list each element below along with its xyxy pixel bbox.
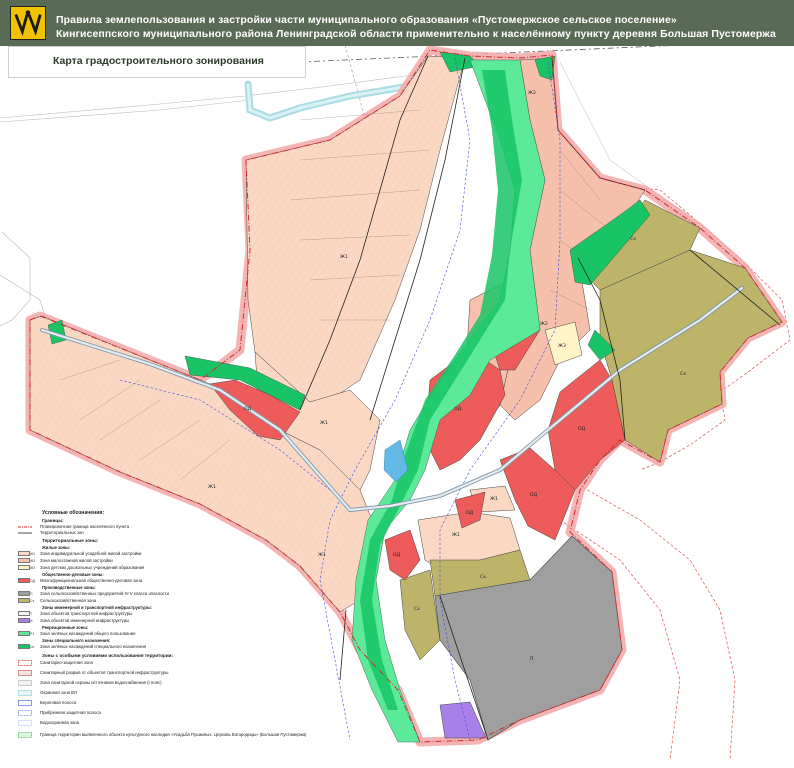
subtitle-box: Карта градостроительного зонирования: [8, 46, 306, 78]
legend-special-heading: Зоны специального назначения:: [42, 638, 111, 643]
shoreline-strip-icon: [18, 700, 32, 706]
legend-territorial-heading: Территориальные зоны:: [42, 538, 99, 543]
zone-label: Ж1: [490, 496, 498, 502]
legend-restrictions-heading: Зоны с особыми условиями использования т…: [42, 653, 173, 658]
legend-item: Береговая полоса: [8, 700, 268, 707]
legend-item: Санитарно-защитная зона: [8, 660, 268, 667]
legend-item: Сх Сельскохозяйственная зона: [8, 598, 268, 605]
coat-of-arms-icon: [11, 7, 45, 39]
legend-item: Санитарный разрыв от объектов транспортн…: [8, 670, 268, 677]
boundary-line-icon: [18, 532, 32, 534]
legend-title: Условные обозначения:: [42, 510, 105, 516]
legend-item: Ж1 Зона индивидуальной усадебной жилой з…: [8, 551, 268, 558]
swatch: Ж2: [18, 558, 35, 563]
zone-label: Сх: [680, 371, 686, 377]
zone-label: Ж1: [208, 484, 216, 490]
legend-item: Сп Зона зелёных насаждений специального …: [8, 644, 268, 651]
sanitary-gap-icon: [18, 670, 32, 676]
legend-public-heading: Общественно-деловые зоны:: [42, 572, 104, 577]
legend-item: ОД Многофункциональная общественно-делов…: [8, 578, 268, 585]
zone-sx-east: [599, 249, 783, 463]
sanitary-zone-icon: [18, 660, 32, 666]
legend-item: Водоохранная зона: [8, 720, 268, 727]
coastal-protection-strip-icon: [18, 710, 32, 716]
zone-label: Сх: [480, 574, 486, 580]
legend-item: Прибрежная защитная полоса: [8, 710, 268, 717]
power-line-zone-icon: [18, 690, 32, 696]
legend-item: Зона санитарной охраны источников водосн…: [8, 680, 268, 687]
legend-item: Ж3 Зона детских дошкольных учреждений об…: [8, 565, 268, 572]
title-line-1: Правила землепользования и застройки час…: [56, 14, 677, 26]
zone-label: ОД: [466, 510, 474, 516]
coat-of-arms-emblem: [10, 6, 46, 40]
swatch: ОД: [18, 578, 35, 583]
swatch: Ж3: [18, 565, 35, 570]
legend-item: П Зона сельскохозяйственных предприятий …: [8, 591, 268, 598]
zone-label: Сх: [414, 606, 420, 612]
swatch: Сп: [18, 644, 34, 649]
legend-item: Ж2 Зона малоэтажной жилой застройки: [8, 558, 268, 565]
zone-label: ОД: [454, 406, 462, 412]
zone-label: Ж1: [340, 254, 348, 260]
zone-label: П: [530, 656, 533, 662]
legend-item: И Зона объектов инженерной инфраструктур…: [8, 618, 268, 625]
zone-label: ОД: [393, 552, 401, 558]
legend-production-heading: Производственные зоны:: [42, 585, 96, 590]
swatch: Р1: [18, 631, 34, 636]
zone-label: Ж1: [318, 552, 326, 558]
zone-label: Ж2: [528, 90, 536, 96]
zone-label: Ж1: [320, 420, 328, 426]
legend-item: Р1 Зона зелёных насаждений общего пользо…: [8, 631, 268, 638]
zone-label: Ж3: [558, 343, 566, 349]
legend-item: Граница территории выявленного объекта к…: [8, 732, 306, 739]
water-protection-zone-icon: [18, 720, 32, 726]
swatch: Сх: [18, 598, 34, 603]
swatch: Ж1: [18, 551, 35, 556]
boundary-dashdot-icon: [18, 526, 32, 528]
legend-boundaries-heading: Границы:: [42, 518, 64, 523]
legend-transport-heading: Зоны инженерной и транспортной инфрастру…: [42, 605, 152, 610]
zone-zh1-north-hatch: [246, 56, 465, 402]
legend-residential-heading: Жилые зоны:: [42, 545, 71, 550]
swatch: П: [18, 591, 32, 596]
water-supply-zone-icon: [18, 680, 32, 686]
title-line-2: Кингисеппского муниципального района Лен…: [56, 28, 776, 40]
zone-label: ОД: [530, 492, 538, 498]
zone-label: Ж1: [452, 532, 460, 538]
swatch: И: [18, 618, 32, 623]
zone-label: ОД: [244, 406, 252, 412]
heritage-boundary-icon: [18, 732, 32, 738]
swatch: Т: [18, 611, 32, 616]
legend: Условные обозначения: Границы: Планирово…: [8, 510, 306, 760]
legend-item: Охранная зона ВЛ: [8, 690, 268, 697]
zone-label: Ж2: [540, 321, 548, 327]
map-sheet: Ж1 Ж1 Ж1 Ж1 Ж2 Ж3 Ж2 Ж1 Ж1 ОД ОД ОД ОД О…: [0, 0, 794, 768]
zone-od-southwest: [384, 529, 421, 581]
map-subtitle: Карта градостроительного зонирования: [53, 55, 264, 67]
zone-label: Сх: [630, 236, 636, 242]
zone-label: ОД: [578, 426, 586, 432]
legend-item: Территориальных зон: [8, 530, 268, 537]
legend-recreation-heading: Рекреационные зоны:: [42, 625, 89, 630]
legend-item: Т Зона объектов транспортной инфраструкт…: [8, 611, 268, 618]
